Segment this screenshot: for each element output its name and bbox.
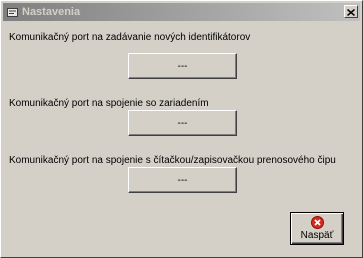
window-title: Nastavenia — [22, 6, 81, 18]
device-port-button[interactable]: --- — [128, 110, 237, 136]
app-settings-icon — [6, 6, 18, 18]
id-port-button[interactable]: --- — [128, 53, 237, 79]
chip-reader-port-label: Komunikačný port na spojenie s čítačkou/… — [9, 155, 336, 166]
close-icon — [347, 3, 355, 21]
device-port-label: Komunikačný port na spojenie so zariaden… — [9, 98, 209, 109]
title-bar[interactable]: Nastavenia — [3, 3, 360, 21]
red-x-circle-icon — [310, 216, 324, 229]
id-port-label: Komunikačný port na zadávanie nových ide… — [9, 32, 251, 43]
back-button[interactable]: Naspäť — [290, 212, 344, 245]
close-button[interactable] — [344, 5, 358, 18]
chip-reader-port-button[interactable]: --- — [128, 167, 237, 193]
back-button-label: Naspäť — [300, 230, 334, 241]
settings-window: Nastavenia Komunikačný port na zadávanie… — [0, 0, 363, 258]
